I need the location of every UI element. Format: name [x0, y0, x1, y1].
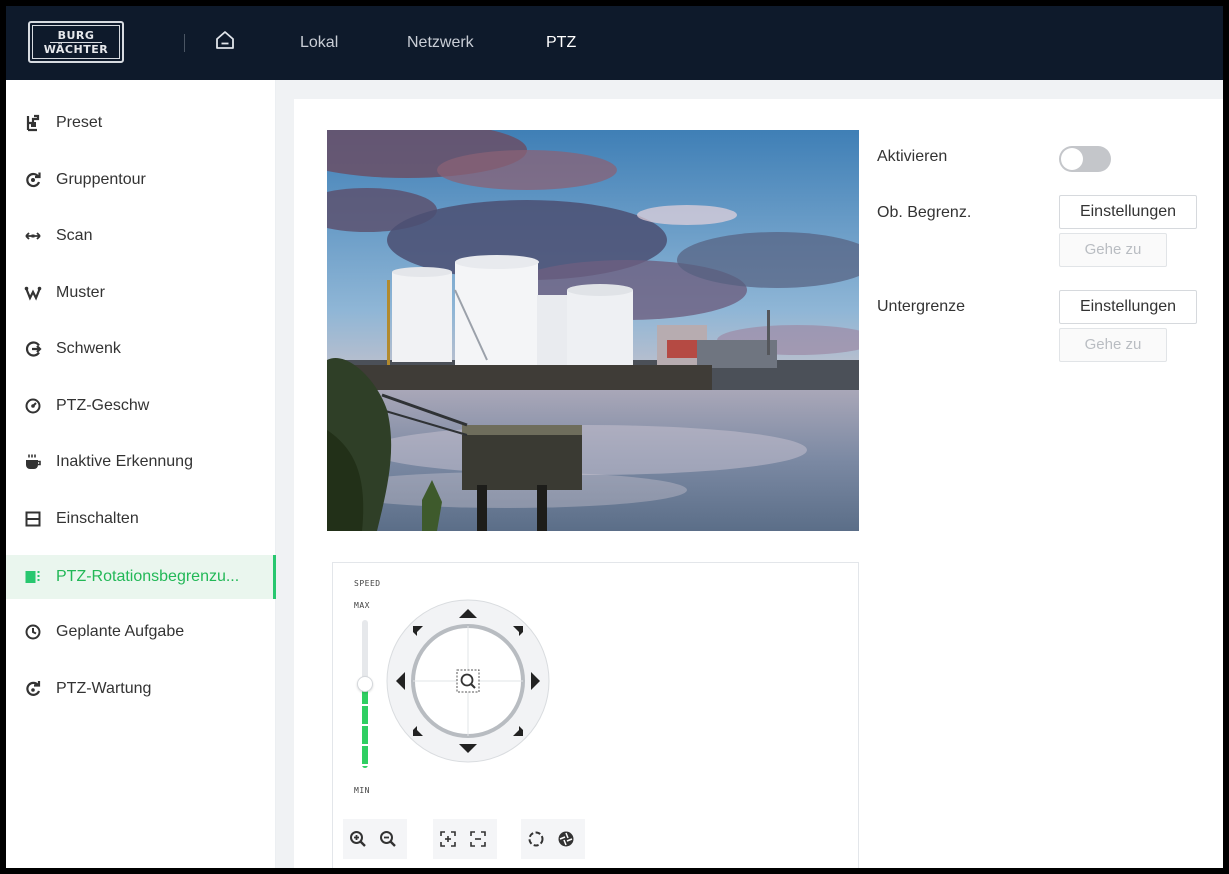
maintenance-icon: [22, 678, 44, 700]
idle-icon: [22, 451, 44, 473]
upper-limit-label: Ob. Begrenz.: [877, 204, 972, 221]
sidebar-item-scan[interactable]: Scan: [6, 216, 276, 256]
brand-logo: BURG WÄCHTER: [28, 21, 124, 63]
upper-limit-goto-button[interactable]: Gehe zu: [1059, 233, 1167, 267]
sidebar-item-label: PTZ-Geschw: [56, 397, 150, 414]
sidebar-item-label: Inaktive Erkennung: [56, 453, 193, 470]
ptz-direction-pad[interactable]: [385, 598, 551, 764]
iris-open-icon[interactable]: [524, 827, 548, 851]
sidebar-item-label: Scan: [56, 227, 93, 244]
tour-icon: [22, 169, 44, 191]
sidebar-item-label: Geplante Aufgabe: [56, 623, 185, 640]
pan-icon: [22, 338, 44, 360]
tab-ptz[interactable]: PTZ: [546, 6, 576, 80]
logo-text-top: BURG: [49, 30, 103, 43]
top-bar: BURG WÄCHTER Lokal Netzwerk PTZ: [6, 6, 1223, 80]
iris-controls: [521, 819, 585, 859]
sidebar-item-label: Schwenk: [56, 340, 121, 357]
sidebar-item-preset[interactable]: Preset: [6, 103, 276, 143]
enable-toggle[interactable]: [1059, 146, 1111, 172]
sidebar: Preset Gruppentour Scan Muster Schwenk P…: [6, 80, 276, 868]
zoom-out-icon[interactable]: [376, 827, 400, 851]
divider: [184, 34, 185, 52]
sidebar-item-label: Gruppentour: [56, 171, 146, 188]
sidebar-item-label: Muster: [56, 284, 105, 301]
logo-text-bottom: WÄCHTER: [43, 42, 109, 56]
speed-icon: [22, 395, 44, 417]
sidebar-item-label: PTZ-Rotationsbegrenzu...: [56, 568, 240, 585]
sidebar-item-ptz-wartung[interactable]: PTZ-Wartung: [6, 669, 276, 709]
tab-netzwerk[interactable]: Netzwerk: [407, 6, 474, 80]
toggle-knob: [1061, 148, 1083, 170]
speed-label: SPEED: [354, 579, 381, 588]
sidebar-item-ptz-rotationsbegrenzung[interactable]: PTZ-Rotationsbegrenzu...: [6, 555, 276, 599]
sidebar-item-inaktive-erkennung[interactable]: Inaktive Erkennung: [6, 442, 276, 482]
focus-far-icon[interactable]: [466, 827, 490, 851]
sidebar-item-geplante-aufgabe[interactable]: Geplante Aufgabe: [6, 612, 276, 652]
pattern-icon: [22, 282, 44, 304]
upper-limit-set-button[interactable]: Einstellungen: [1059, 195, 1197, 229]
sidebar-item-label: PTZ-Wartung: [56, 680, 152, 697]
sidebar-item-label: Einschalten: [56, 510, 139, 527]
tab-lokal[interactable]: Lokal: [300, 6, 338, 80]
limit-icon: [22, 566, 44, 588]
sidebar-item-muster[interactable]: Muster: [6, 273, 276, 313]
clock-icon: [22, 621, 44, 643]
zoom-in-icon[interactable]: [346, 827, 370, 851]
power-up-icon: [22, 508, 44, 530]
iris-close-icon[interactable]: [554, 827, 578, 851]
focus-controls: [433, 819, 497, 859]
sidebar-item-schwenk[interactable]: Schwenk: [6, 329, 276, 369]
sidebar-item-gruppentour[interactable]: Gruppentour: [6, 160, 276, 200]
speed-slider-fill: [362, 686, 368, 768]
lower-limit-goto-button[interactable]: Gehe zu: [1059, 328, 1167, 362]
preset-icon: [22, 112, 44, 134]
speed-max-label: MAX: [354, 601, 370, 610]
sidebar-item-label: Preset: [56, 114, 103, 131]
speed-slider-handle[interactable]: [357, 676, 373, 692]
enable-label: Aktivieren: [877, 148, 948, 165]
sidebar-item-ptz-geschw[interactable]: PTZ-Geschw: [6, 386, 276, 426]
zoom-controls: [343, 819, 407, 859]
ptz-control-panel: SPEED MAX MIN: [332, 562, 859, 868]
lower-limit-label: Untergrenze: [877, 298, 966, 315]
home-icon[interactable]: [212, 27, 238, 53]
live-video-preview: [327, 130, 859, 531]
app-window: BURG WÄCHTER Lokal Netzwerk PTZ Preset G…: [6, 6, 1223, 868]
scan-icon: [22, 225, 44, 247]
sidebar-item-einschalten[interactable]: Einschalten: [6, 499, 276, 539]
lower-limit-set-button[interactable]: Einstellungen: [1059, 290, 1197, 324]
speed-min-label: MIN: [354, 786, 370, 795]
focus-near-icon[interactable]: [436, 827, 460, 851]
